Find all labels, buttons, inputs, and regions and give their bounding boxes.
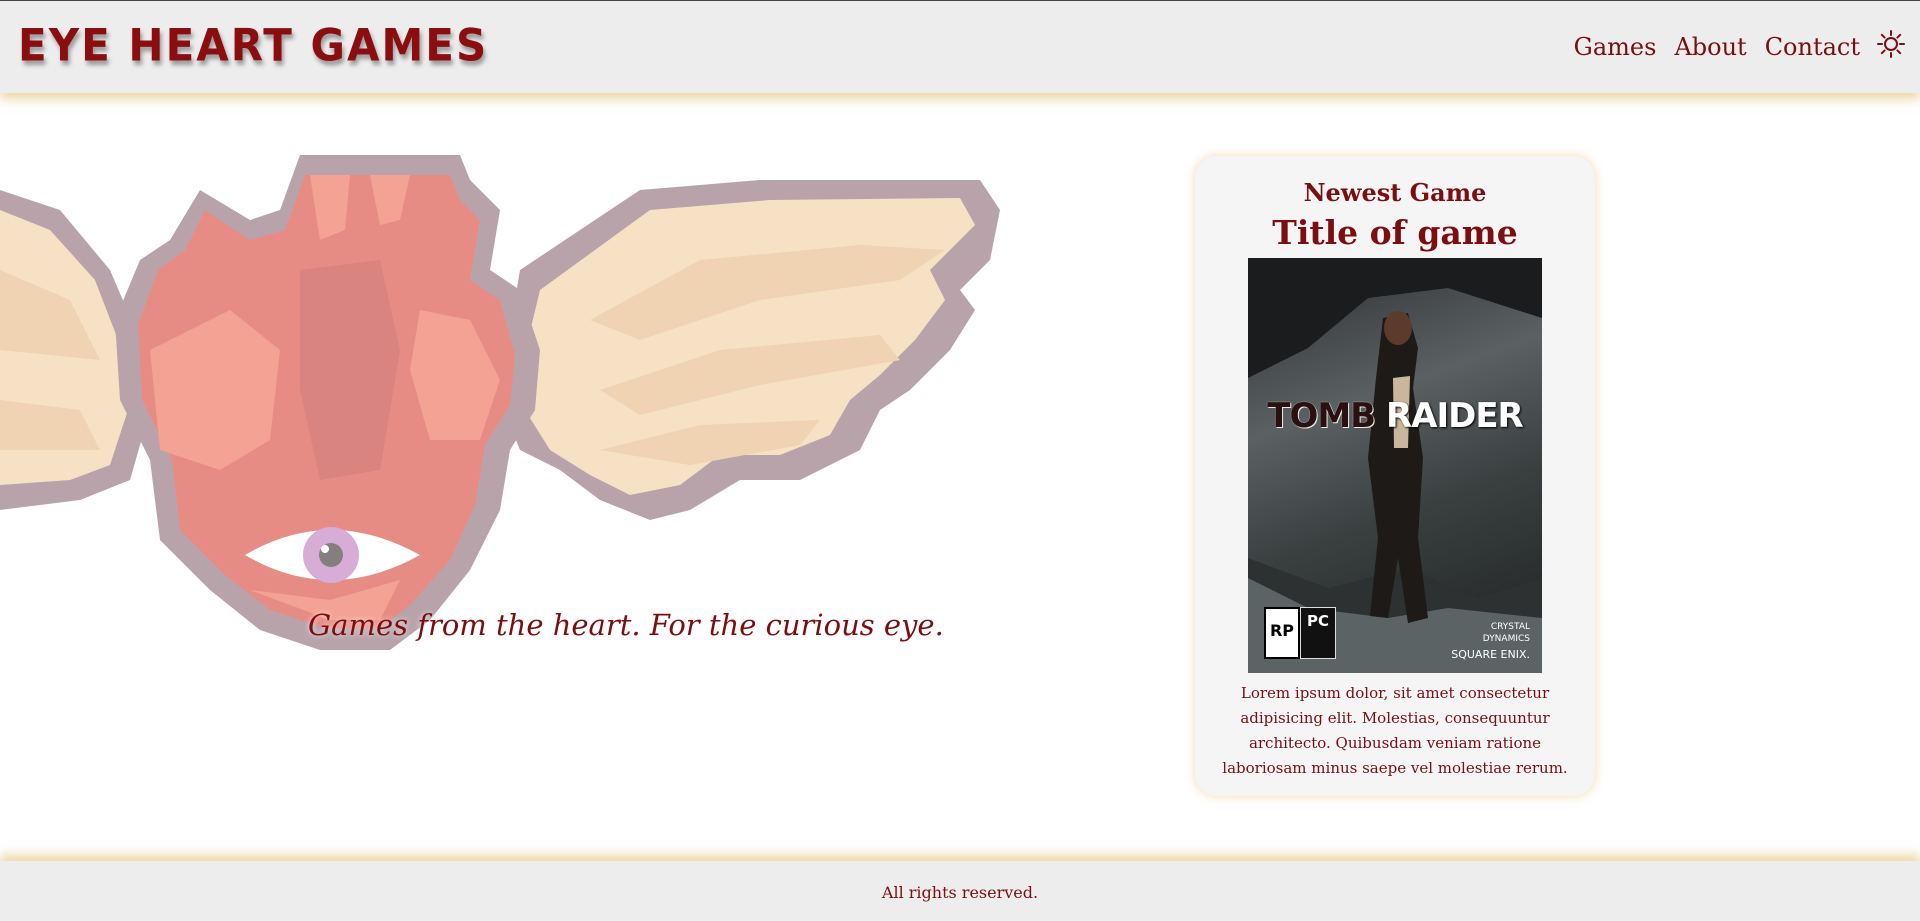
cover-title: TOMB RAIDER xyxy=(1267,396,1523,436)
winged-heart-eye-icon: Games from the heart. For the curious ey… xyxy=(0,150,1010,760)
platform-badge: PC xyxy=(1300,607,1336,659)
hero-tagline: Games from the heart. For the curious ey… xyxy=(308,608,944,642)
nav-contact[interactable]: Contact xyxy=(1765,33,1860,61)
site-header: EYE HEART GAMES Games About Contact xyxy=(0,0,1920,93)
newest-game-card: Newest Game Title of game TOMB RAIDER RP… xyxy=(1195,156,1595,796)
publisher-logos: CRYSTAL DYNAMICS SQUARE ENIX. xyxy=(1451,622,1530,661)
brand-logo[interactable]: EYE HEART GAMES xyxy=(18,20,488,71)
footer-copyright: All rights reserved. xyxy=(881,883,1039,902)
game-cover-image[interactable]: TOMB RAIDER RP PC CRYSTAL DYNAMICS SQUAR… xyxy=(1248,258,1542,673)
nav-games[interactable]: Games xyxy=(1574,33,1657,61)
sun-icon[interactable] xyxy=(1876,29,1906,59)
site-footer: All rights reserved. xyxy=(0,861,1920,921)
newest-game-heading: Newest Game xyxy=(1303,178,1487,207)
game-title[interactable]: Title of game xyxy=(1195,213,1595,252)
esrb-rating-badge: RP xyxy=(1264,607,1300,659)
game-description: Lorem ipsum dolor, sit amet consectetur … xyxy=(1222,684,1568,777)
main-nav: Games About Contact xyxy=(1574,33,1860,61)
nav-about[interactable]: About xyxy=(1674,33,1746,61)
